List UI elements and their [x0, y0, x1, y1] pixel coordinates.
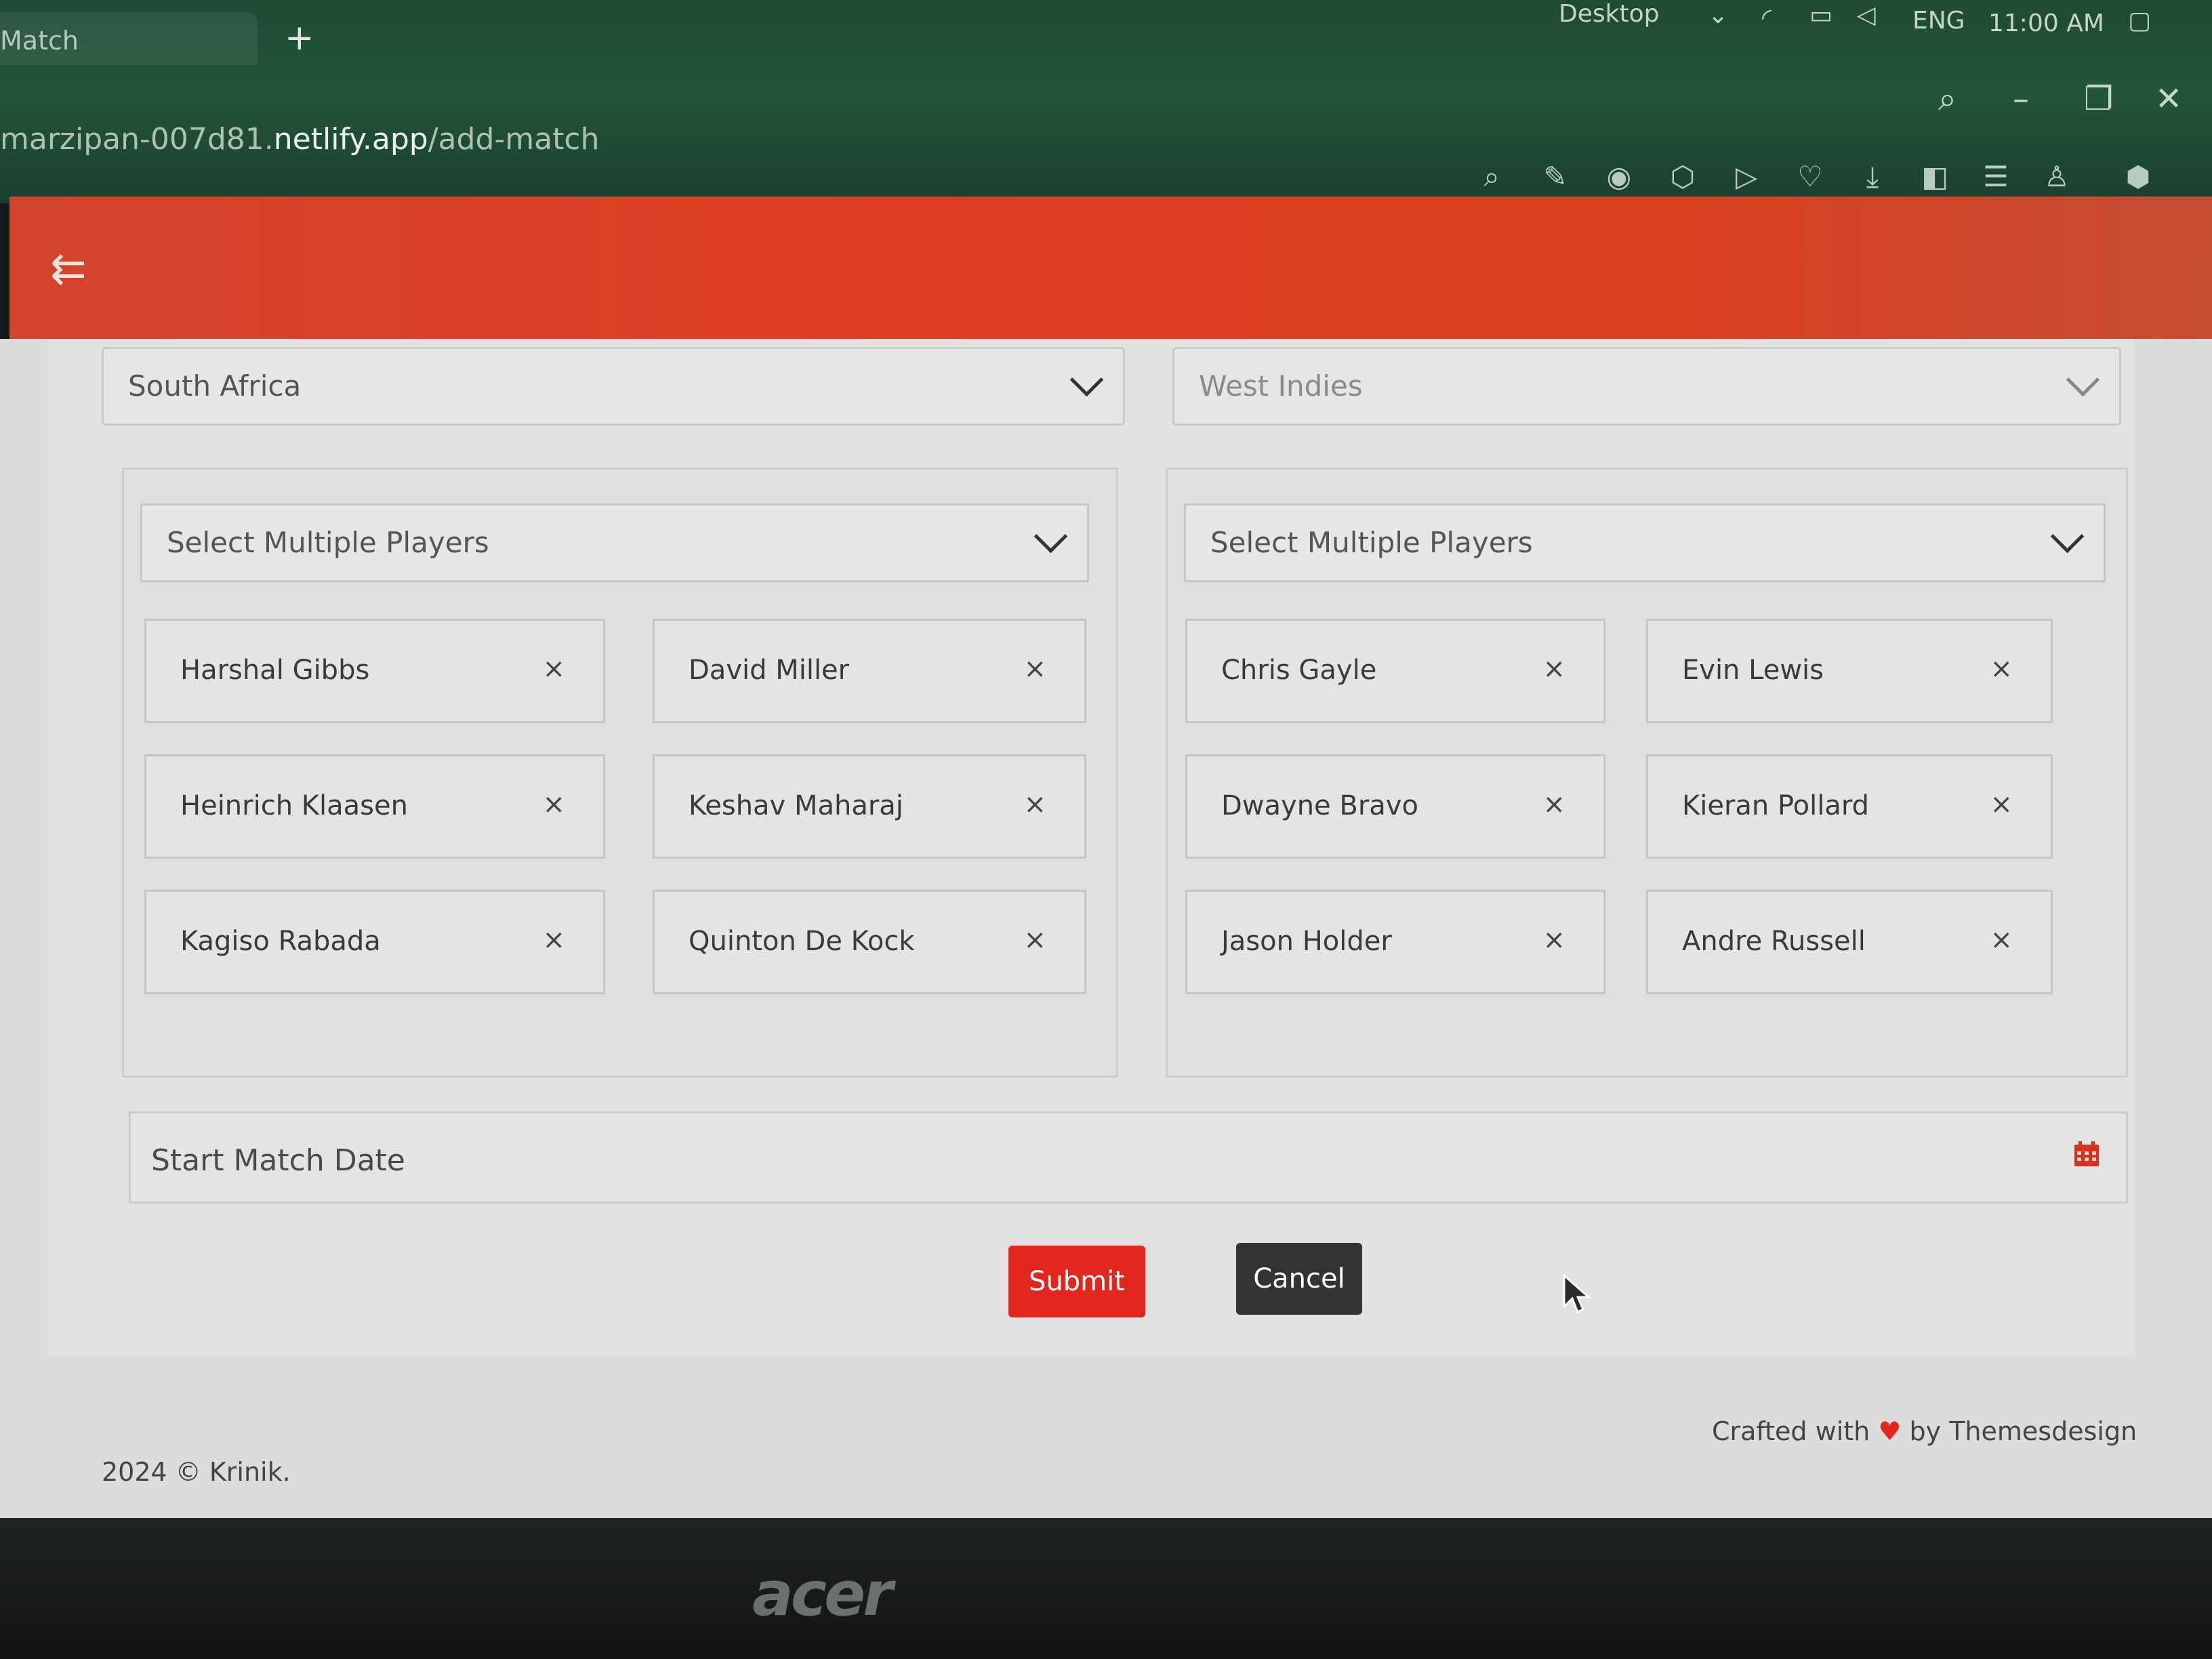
search-icon[interactable]: ⌕ — [1938, 80, 1957, 119]
player-chip: Harshal Gibbs × — [144, 619, 605, 723]
edit-icon[interactable]: ✎ — [1538, 160, 1572, 194]
chevron-down-icon — [1033, 519, 1068, 554]
remove-player-icon[interactable]: × — [1990, 924, 2013, 956]
cancel-button[interactable]: Cancel — [1236, 1243, 1362, 1315]
player-chip: Jason Holder × — [1185, 890, 1605, 994]
remove-player-icon[interactable]: × — [1023, 924, 1046, 956]
minimize-icon[interactable]: – — [2013, 80, 2029, 118]
remove-player-icon[interactable]: × — [1990, 789, 2013, 820]
player-name: Harshal Gibbs — [180, 655, 370, 686]
address-bar[interactable]: marzipan-007d81.netlify.app/add-match — [0, 122, 599, 157]
player-name: Quinton De Kock — [689, 926, 915, 957]
team-a-select[interactable]: South Africa — [102, 347, 1125, 426]
restore-icon[interactable]: ❐ — [2084, 80, 2113, 118]
laptop-brand-logo: acer — [752, 1559, 893, 1630]
start-match-date-input[interactable]: Start Match Date — [129, 1111, 2128, 1204]
remove-player-icon[interactable]: × — [1542, 789, 1565, 820]
remove-player-icon[interactable]: × — [1023, 653, 1046, 684]
app-header: ⇇ — [9, 197, 2212, 339]
heart-icon[interactable]: ♡ — [1793, 160, 1827, 194]
tray-desktop-label[interactable]: Desktop — [1559, 0, 1659, 28]
remove-player-icon[interactable]: × — [1542, 653, 1565, 684]
remove-player-icon[interactable]: × — [1542, 924, 1565, 956]
tray-language[interactable]: ENG — [1912, 7, 1965, 35]
team-b-players-placeholder: Select Multiple Players — [1210, 526, 1533, 559]
extensions-icon[interactable]: ⬢ — [2121, 160, 2155, 194]
player-chip: David Miller × — [653, 619, 1086, 723]
player-chip: Chris Gayle × — [1185, 619, 1605, 723]
player-name: Dwayne Bravo — [1221, 790, 1418, 821]
team-a-players-panel: Select Multiple Players Harshal Gibbs × … — [122, 468, 1118, 1078]
chevron-down-icon — [2050, 519, 2085, 554]
player-chip: Andre Russell × — [1646, 890, 2053, 994]
browser-chrome: Match + Desktop ⌄ ◜ ▭ ◁ ENG 11:00 AM ▢ ⌕… — [0, 0, 2212, 203]
player-name: Kieran Pollard — [1682, 790, 1870, 821]
menu-icon[interactable]: ☰ — [1979, 160, 2013, 194]
team-a-players-placeholder: Select Multiple Players — [167, 526, 489, 559]
download-icon[interactable]: ⤓ — [1856, 160, 1889, 194]
new-tab-button[interactable]: + — [285, 18, 314, 58]
submit-button[interactable]: Submit — [1008, 1246, 1145, 1317]
team-b-value: West Indies — [1199, 369, 1363, 403]
page-body: South Africa West Indies Select Multiple… — [0, 339, 2212, 1518]
player-chip: Keshav Maharaj × — [653, 754, 1086, 859]
team-b-players-select[interactable]: Select Multiple Players — [1184, 504, 2106, 582]
url-path: /add-match — [428, 122, 600, 157]
chevron-down-icon — [2066, 363, 2100, 397]
remove-player-icon[interactable]: × — [542, 789, 565, 820]
player-name: Evin Lewis — [1682, 655, 1824, 686]
mouse-cursor-icon — [1563, 1274, 1591, 1314]
laptop-bezel: acer — [0, 1518, 2212, 1659]
remove-player-icon[interactable]: × — [1990, 653, 2013, 684]
profile-icon[interactable]: ♙ — [2040, 160, 2074, 194]
player-chip: Evin Lewis × — [1646, 619, 2053, 723]
battery-icon[interactable]: ▭ — [1809, 1, 1832, 29]
team-a-players-select[interactable]: Select Multiple Players — [140, 504, 1089, 582]
camera-icon[interactable]: ◉ — [1602, 160, 1636, 194]
remove-player-icon[interactable]: × — [542, 924, 565, 956]
notification-icon[interactable]: ▢ — [2128, 7, 2151, 35]
url-prefix: marzipan-007d81. — [0, 122, 274, 157]
browser-tab[interactable]: Match — [0, 12, 258, 65]
team-a-value: South Africa — [128, 369, 302, 403]
player-chip: Kagiso Rabada × — [144, 890, 605, 994]
add-match-card: South Africa West Indies Select Multiple… — [47, 339, 2135, 1355]
player-chip: Dwayne Bravo × — [1185, 754, 1605, 859]
sidebar-icon[interactable]: ◧ — [1918, 160, 1952, 194]
calendar-icon[interactable] — [2073, 1141, 2100, 1168]
player-name: Andre Russell — [1682, 926, 1866, 957]
player-chip: Heinrich Klaasen × — [144, 754, 605, 859]
tab-title: Match — [0, 26, 79, 56]
zoom-icon[interactable]: ⌕ — [1475, 160, 1509, 194]
team-b-players-panel: Select Multiple Players Chris Gayle × Ev… — [1166, 468, 2128, 1078]
footer-credit-prefix: Crafted with — [1712, 1416, 1870, 1446]
chevron-down-icon — [1069, 363, 1104, 397]
player-chip: Kieran Pollard × — [1646, 754, 2053, 859]
close-icon[interactable]: ✕ — [2155, 80, 2182, 118]
shield-icon[interactable]: ⬡ — [1666, 160, 1700, 194]
player-name: Keshav Maharaj — [689, 790, 903, 821]
player-chip: Quinton De Kock × — [653, 890, 1086, 994]
remove-player-icon[interactable]: × — [1023, 789, 1046, 820]
back-arrow-icon[interactable]: ⇇ — [50, 244, 87, 294]
remove-player-icon[interactable]: × — [542, 653, 565, 684]
player-name: Jason Holder — [1221, 926, 1392, 957]
player-name: Heinrich Klaasen — [180, 790, 408, 821]
chevron-down-icon[interactable]: ⌄ — [1708, 1, 1728, 29]
volume-icon[interactable]: ◁ — [1857, 1, 1876, 29]
url-host: netlify.app — [273, 122, 428, 157]
heart-icon: ♥ — [1878, 1416, 1902, 1446]
player-name: Kagiso Rabada — [180, 926, 381, 957]
footer-credit-suffix: by Themesdesign — [1909, 1416, 2137, 1446]
player-name: David Miller — [689, 655, 850, 686]
player-name: Chris Gayle — [1221, 655, 1377, 686]
tray-clock[interactable]: 11:00 AM — [1988, 9, 2104, 37]
date-placeholder: Start Match Date — [151, 1143, 405, 1178]
send-icon[interactable]: ▷ — [1729, 160, 1763, 194]
footer-copyright: 2024 © Krinik. — [102, 1457, 291, 1487]
footer-credit: Crafted with ♥ by Themesdesign — [1712, 1416, 2137, 1446]
wifi-icon[interactable]: ◜ — [1762, 4, 1771, 32]
team-b-select[interactable]: West Indies — [1172, 347, 2121, 426]
